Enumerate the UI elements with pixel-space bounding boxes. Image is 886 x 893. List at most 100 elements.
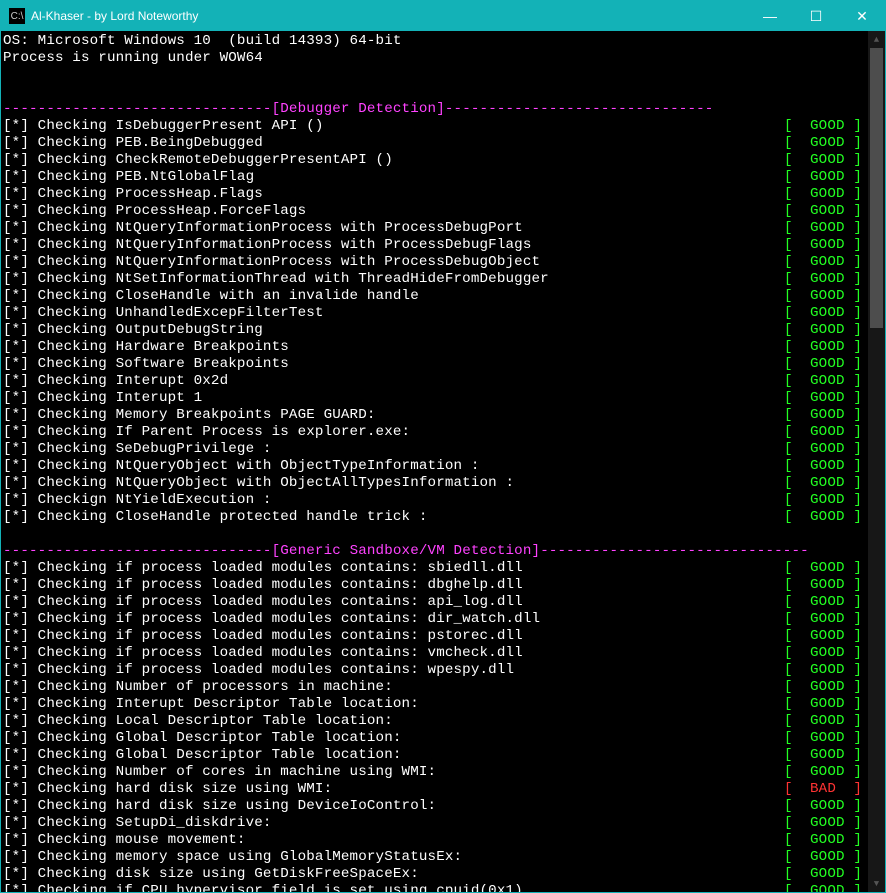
status-cell: [ GOOD ]	[784, 645, 868, 662]
status-cell: [ GOOD ]	[784, 747, 868, 764]
status-value: GOOD	[810, 815, 845, 831]
status-cell: [ GOOD ]	[784, 730, 868, 747]
output-line: [*] Checking hard disk size using Device…	[3, 798, 868, 815]
output-line: Process is running under WOW64	[3, 50, 868, 67]
output-line: [*] Checking Global Descriptor Table loc…	[3, 747, 868, 764]
output-line: [*] Checking Global Descriptor Table loc…	[3, 730, 868, 747]
output-line: [*] Checking NtQueryInformationProcess w…	[3, 237, 868, 254]
output-text: OS: Microsoft Windows 10 (build 14393) 6…	[3, 33, 868, 50]
output-text: [*] Checking CloseHandle protected handl…	[3, 509, 784, 526]
status-cell: [ GOOD ]	[784, 492, 868, 509]
output-text: Process is running under WOW64	[3, 50, 868, 67]
status-value: GOOD	[810, 747, 845, 763]
scroll-down-icon[interactable]: ▼	[868, 875, 885, 892]
status-value: GOOD	[810, 254, 845, 270]
status-value: GOOD	[810, 271, 845, 287]
status-value: GOOD	[810, 407, 845, 423]
output-line: [*] Checking SetupDi_diskdrive:[ GOOD ]	[3, 815, 868, 832]
status-cell: [ GOOD ]	[784, 594, 868, 611]
output-line: [*] Checking if process loaded modules c…	[3, 662, 868, 679]
output-line: [*] Checking NtQueryObject with ObjectAl…	[3, 475, 868, 492]
status-value: GOOD	[810, 237, 845, 253]
output-text: [*] Checking if process loaded modules c…	[3, 628, 784, 645]
status-cell: [ GOOD ]	[784, 135, 868, 152]
status-value: GOOD	[810, 356, 845, 372]
status-cell: [ GOOD ]	[784, 441, 868, 458]
output-text: [*] Checking Interupt 0x2d	[3, 373, 784, 390]
status-value: GOOD	[810, 645, 845, 661]
dashes-left: -------------------------------	[3, 101, 272, 117]
output-text: [*] Checking ProcessHeap.ForceFlags	[3, 203, 784, 220]
output-line: [*] Checking Memory Breakpoints PAGE GUA…	[3, 407, 868, 424]
output-text: [*] Checking PEB.BeingDebugged	[3, 135, 784, 152]
output-text: [*] Checking NtQueryInformationProcess w…	[3, 220, 784, 237]
status-value: GOOD	[810, 713, 845, 729]
status-value: GOOD	[810, 339, 845, 355]
output-line: [*] Checking if process loaded modules c…	[3, 560, 868, 577]
terminal-output[interactable]: OS: Microsoft Windows 10 (build 14393) 6…	[1, 31, 868, 892]
minimize-button[interactable]: —	[747, 1, 793, 31]
status-cell: [ GOOD ]	[784, 254, 868, 271]
output-text	[3, 84, 868, 101]
status-cell: [ GOOD ]	[784, 832, 868, 849]
status-value: GOOD	[810, 203, 845, 219]
output-text: [*] Checking Memory Breakpoints PAGE GUA…	[3, 407, 784, 424]
output-line: [*] Checking NtSetInformationThread with…	[3, 271, 868, 288]
status-value: GOOD	[810, 764, 845, 780]
status-cell: [ GOOD ]	[784, 849, 868, 866]
status-value: GOOD	[810, 849, 845, 865]
scroll-up-icon[interactable]: ▲	[868, 31, 885, 48]
status-value: GOOD	[810, 577, 845, 593]
output-text: [*] Checking IsDebuggerPresent API ()	[3, 118, 784, 135]
status-cell: [ GOOD ]	[784, 356, 868, 373]
output-line: [*] Checking SeDebugPrivilege :[ GOOD ]	[3, 441, 868, 458]
status-value: GOOD	[810, 832, 845, 848]
scrollbar-thumb[interactable]	[870, 48, 883, 328]
status-value: GOOD	[810, 305, 845, 321]
status-cell: [ GOOD ]	[784, 866, 868, 883]
output-line: [*] Checking Interupt Descriptor Table l…	[3, 696, 868, 713]
status-value: GOOD	[810, 475, 845, 491]
output-line: [*] Checking Hardware Breakpoints[ GOOD …	[3, 339, 868, 356]
close-button[interactable]: ✕	[839, 1, 885, 31]
section-header: -------------------------------[Generic …	[3, 543, 868, 560]
vertical-scrollbar[interactable]: ▲ ▼	[868, 31, 885, 892]
output-line: OS: Microsoft Windows 10 (build 14393) 6…	[3, 33, 868, 50]
output-text: [*] Checking if process loaded modules c…	[3, 645, 784, 662]
status-cell: [ GOOD ]	[784, 696, 868, 713]
output-line: [*] Checking NtQueryInformationProcess w…	[3, 220, 868, 237]
output-line: [*] Checking OutputDebugString[ GOOD ]	[3, 322, 868, 339]
status-cell: [ GOOD ]	[784, 288, 868, 305]
output-text: [*] Checking Software Breakpoints	[3, 356, 784, 373]
titlebar[interactable]: C:\ Al-Khaser - by Lord Noteworthy — ☐ ✕	[1, 1, 885, 31]
section-header: -------------------------------[Debugger…	[3, 101, 868, 118]
output-line: [*] Checking NtQueryObject with ObjectTy…	[3, 458, 868, 475]
output-line: [*] Checking PEB.NtGlobalFlag[ GOOD ]	[3, 169, 868, 186]
status-cell: [ GOOD ]	[784, 883, 868, 892]
status-value: GOOD	[810, 679, 845, 695]
output-text: [*] Checking Local Descriptor Table loca…	[3, 713, 784, 730]
output-text: [*] Checking NtQueryInformationProcess w…	[3, 237, 784, 254]
maximize-button[interactable]: ☐	[793, 1, 839, 31]
status-value: GOOD	[810, 220, 845, 236]
output-line: [*] Checking Interupt 0x2d[ GOOD ]	[3, 373, 868, 390]
output-line: [*] Checking ProcessHeap.Flags[ GOOD ]	[3, 186, 868, 203]
status-cell: [ GOOD ]	[784, 509, 868, 526]
output-text: [*] Checking hard disk size using Device…	[3, 798, 784, 815]
output-text: [*] Checking mouse movement:	[3, 832, 784, 849]
console-window: C:\ Al-Khaser - by Lord Noteworthy — ☐ ✕…	[0, 0, 886, 893]
status-value: GOOD	[810, 322, 845, 338]
status-value: GOOD	[810, 492, 845, 508]
section-header-text: -------------------------------[Debugger…	[3, 101, 868, 118]
status-value: GOOD	[810, 135, 845, 151]
status-value: GOOD	[810, 696, 845, 712]
output-line: [*] Checking if process loaded modules c…	[3, 594, 868, 611]
output-line: [*] Checking Software Breakpoints[ GOOD …	[3, 356, 868, 373]
status-cell: [ GOOD ]	[784, 713, 868, 730]
status-value: GOOD	[810, 424, 845, 440]
output-text: [*] Checking SeDebugPrivilege :	[3, 441, 784, 458]
status-value: GOOD	[810, 373, 845, 389]
status-cell: [ GOOD ]	[784, 662, 868, 679]
window-title: Al-Khaser - by Lord Noteworthy	[31, 9, 747, 23]
output-text: [*] Checking Global Descriptor Table loc…	[3, 730, 784, 747]
